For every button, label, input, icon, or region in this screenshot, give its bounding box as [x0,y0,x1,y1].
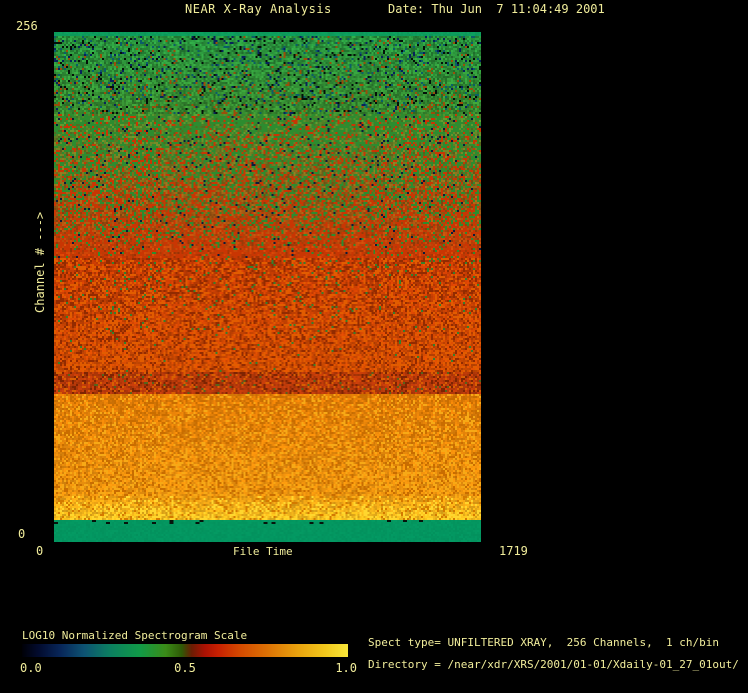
colorbar-tick-mid: 0.5 [174,661,196,675]
date-label: Date: Thu Jun 7 11:04:49 2001 [388,2,605,16]
colorbar-ticks: 0.0 0.5 1.0 [20,661,357,676]
colorbar-tick-min: 0.0 [20,661,42,675]
spect-type-label: Spect type= UNFILTERED XRAY, 256 Channel… [368,636,719,649]
colorbar-title: LOG10 Normalized Spectrogram Scale [22,629,248,642]
x-axis-max-label: 1719 [499,544,528,558]
page-title: NEAR X-Ray Analysis [185,2,332,16]
y-axis-title: Channel # ---> [33,211,47,313]
colorbar-gradient [22,644,348,657]
x-axis-title: File Time [233,545,293,558]
y-axis-max-label: 256 [16,19,38,33]
spectrogram-image [54,32,481,542]
directory-label: Directory = /near/xdr/XRS/2001/01-01/Xda… [368,658,739,671]
y-axis-min-label: 0 [18,527,26,541]
xray-analysis-window: NEAR X-Ray Analysis Date: Thu Jun 7 11:0… [0,0,748,693]
colorbar-tick-max: 1.0 [335,661,357,675]
x-axis-min-label: 0 [36,544,44,558]
